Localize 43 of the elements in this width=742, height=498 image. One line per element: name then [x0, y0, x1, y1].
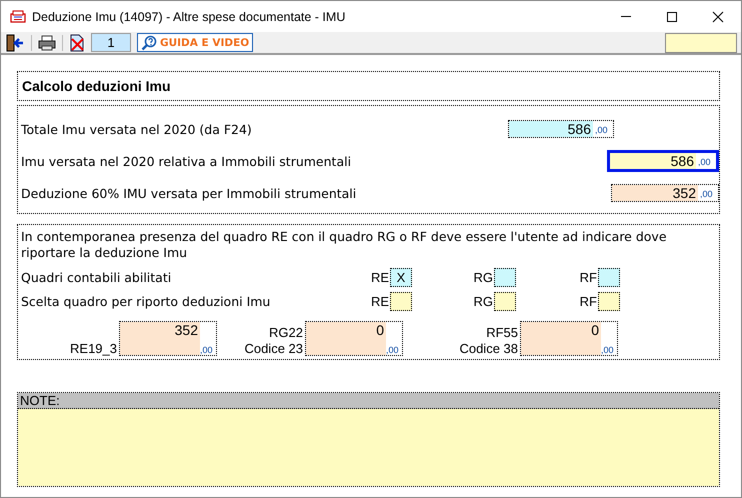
amount-field[interactable]: 352 ,00 — [119, 321, 217, 356]
field-label: Deduzione 60% IMU versata per Immobili strumentali — [21, 186, 358, 200]
choice-box[interactable]: X — [390, 268, 412, 286]
choice-box[interactable] — [598, 292, 620, 310]
app-icon — [10, 10, 26, 24]
choice-box[interactable] — [494, 292, 516, 310]
choice-box[interactable] — [390, 292, 412, 310]
amount-field[interactable]: 586 ,00 — [508, 120, 614, 138]
printer-icon[interactable] — [38, 34, 56, 50]
code-label: Codice 38 — [459, 341, 518, 357]
field-label: Totale Imu versata nel 2020 (da F24) — [21, 122, 253, 136]
field-label: Imu versata nel 2020 relativa a Immobili strumentali — [21, 154, 352, 168]
amount-field[interactable]: 352 ,00 — [611, 184, 719, 202]
notes-field[interactable] — [18, 409, 719, 486]
page-number-field[interactable]: 1 — [91, 33, 131, 52]
exit-icon[interactable] — [5, 34, 25, 52]
notes-header: NOTE: — [18, 393, 719, 409]
row-label: Quadri contabili abilitati — [21, 270, 172, 284]
status-field — [665, 32, 737, 52]
close-icon — [712, 10, 724, 22]
instruction-text: In contemporanea presenza del quadro RE con il quadro RG o RF deve essere l'utente ad indicare dove riportare la deduzione Imu — [21, 229, 668, 261]
help-search-icon — [141, 34, 157, 50]
amount-field[interactable]: 0 ,00 — [520, 321, 618, 356]
amount-field[interactable]: 586 ,00 — [607, 150, 719, 172]
minimize-icon — [621, 16, 631, 17]
amount-field[interactable]: 0 ,00 — [305, 321, 403, 356]
choice-box[interactable] — [598, 268, 620, 286]
choice-box[interactable] — [494, 268, 516, 286]
maximize-icon — [666, 10, 678, 22]
box-label: RG — [473, 294, 493, 308]
code-label: RE19_3 — [70, 341, 117, 357]
box-label: RE — [370, 270, 389, 284]
code-label: RG22 — [269, 325, 303, 341]
row-label: Scelta quadro per riporto deduzioni Imu — [21, 294, 272, 308]
window-title: Deduzione Imu (14097) - Altre spese documentate - IMU — [32, 10, 346, 24]
box-label: RF — [578, 270, 597, 284]
delete-document-icon[interactable] — [69, 34, 85, 52]
code-label: Codice 23 — [244, 341, 303, 357]
box-label: RE — [370, 294, 389, 308]
section-heading: Calcolo deduzioni Imu — [22, 78, 171, 94]
box-label: RF — [578, 294, 597, 308]
box-label: RG — [473, 270, 493, 284]
code-label: RF55 — [486, 325, 518, 341]
